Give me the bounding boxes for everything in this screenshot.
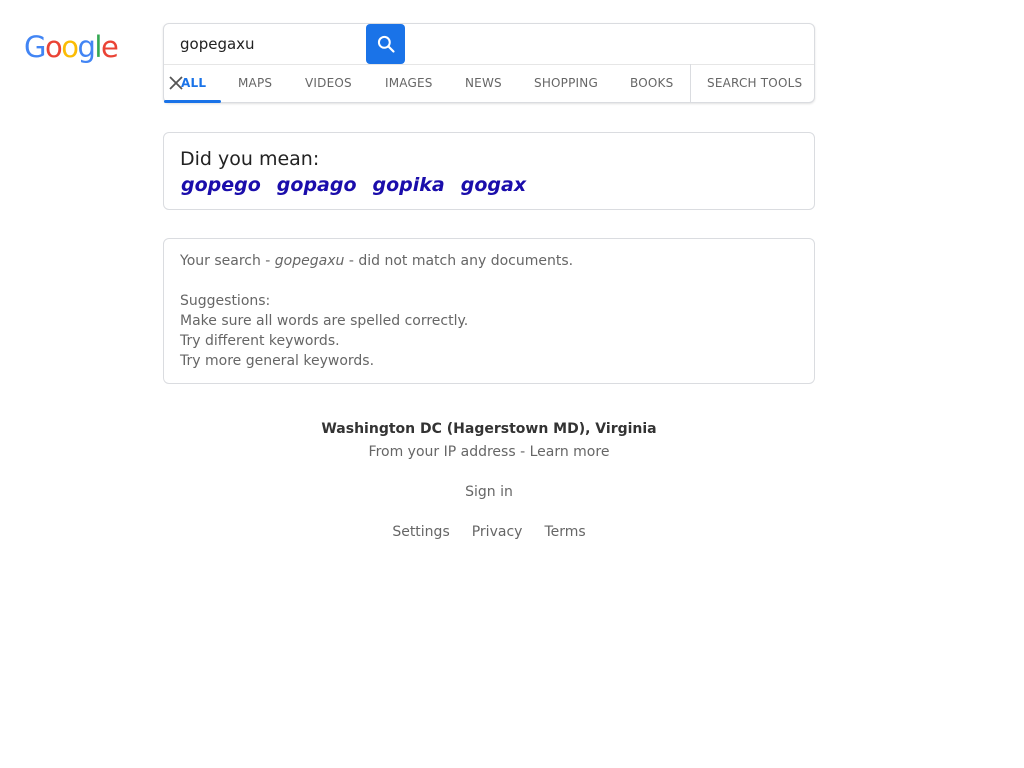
- suggestion-link-gopago[interactable]: gopago: [277, 174, 357, 196]
- location-name: Washington DC (Hagerstown MD), Virginia: [321, 421, 657, 437]
- tab-search-tools[interactable]: SEARCH TOOLS: [707, 64, 802, 103]
- location-separator: -: [515, 444, 530, 460]
- tab-images[interactable]: IMAGES: [385, 64, 433, 103]
- sign-in-link[interactable]: Sign in: [465, 484, 513, 500]
- did-you-mean-card: Did you mean: gopego gopago gopika gogax: [163, 132, 815, 210]
- suggestion-link-gogax[interactable]: gogax: [461, 174, 526, 196]
- close-icon[interactable]: [167, 74, 185, 92]
- no-results-prefix: Your search -: [180, 253, 275, 269]
- logo-letter-o2: o: [61, 30, 79, 64]
- tab-videos[interactable]: VIDEOS: [305, 64, 352, 103]
- search-tabs: ALL MAPS VIDEOS IMAGES NEWS SHOPPING BOO…: [164, 64, 814, 103]
- settings-link[interactable]: Settings: [392, 524, 449, 540]
- google-logo[interactable]: Google: [24, 30, 119, 64]
- tab-videos-label: VIDEOS: [305, 76, 352, 90]
- terms-link[interactable]: Terms: [544, 524, 585, 540]
- tab-books[interactable]: BOOKS: [630, 64, 673, 103]
- no-results-message: Your search - gopegaxu - did not match a…: [180, 251, 573, 271]
- tab-news[interactable]: NEWS: [465, 64, 502, 103]
- learn-more-link[interactable]: Learn more: [530, 444, 610, 460]
- search-button[interactable]: [366, 24, 405, 64]
- search-row: [164, 24, 814, 65]
- suggestions-title: Suggestions:: [180, 293, 271, 309]
- logo-letter-g2: g: [77, 30, 95, 64]
- location-source-text: From your IP address: [368, 444, 516, 460]
- search-input[interactable]: [180, 33, 365, 55]
- no-results-text: Your search - gopegaxu - did not match a…: [180, 251, 573, 371]
- location-source: From your IP address - Learn more: [163, 444, 815, 460]
- logo-letter-e: e: [100, 30, 119, 64]
- footer-links: Settings Privacy Terms: [163, 524, 815, 540]
- tab-books-label: BOOKS: [630, 76, 674, 90]
- logo-letter-o1: o: [44, 30, 63, 64]
- sign-in-row: Sign in: [163, 484, 815, 500]
- suggestion-tip: Make sure all words are spelled correctl…: [180, 313, 469, 329]
- tab-shopping-label: SHOPPING: [534, 76, 598, 90]
- privacy-link[interactable]: Privacy: [472, 524, 523, 540]
- active-tab-indicator: [164, 100, 221, 103]
- no-results-card: Your search - gopegaxu - did not match a…: [163, 238, 815, 384]
- tab-images-label: IMAGES: [385, 76, 433, 90]
- search-box: ALL MAPS VIDEOS IMAGES NEWS SHOPPING BOO…: [163, 23, 815, 103]
- tab-maps-label: MAPS: [238, 76, 273, 90]
- did-you-mean-title: Did you mean:: [180, 148, 320, 170]
- suggestion-link-gopika[interactable]: gopika: [373, 174, 445, 196]
- no-results-suffix: - did not match any documents.: [344, 253, 574, 269]
- tab-shopping[interactable]: SHOPPING: [534, 64, 598, 103]
- tab-news-label: NEWS: [465, 76, 502, 90]
- search-icon: [377, 35, 395, 53]
- suggestion-tip: Try different keywords.: [180, 333, 340, 349]
- suggestion-tip: Try more general keywords.: [180, 353, 375, 369]
- logo-letter-g: G: [24, 30, 46, 64]
- suggestion-link-gopego[interactable]: gopego: [181, 174, 261, 196]
- tab-maps[interactable]: MAPS: [238, 64, 272, 103]
- no-results-query: gopegaxu: [274, 253, 345, 269]
- tab-search-tools-label: SEARCH TOOLS: [707, 76, 803, 90]
- tabs-divider: [690, 64, 691, 103]
- did-you-mean-suggestions: gopego gopago gopika gogax: [181, 174, 542, 196]
